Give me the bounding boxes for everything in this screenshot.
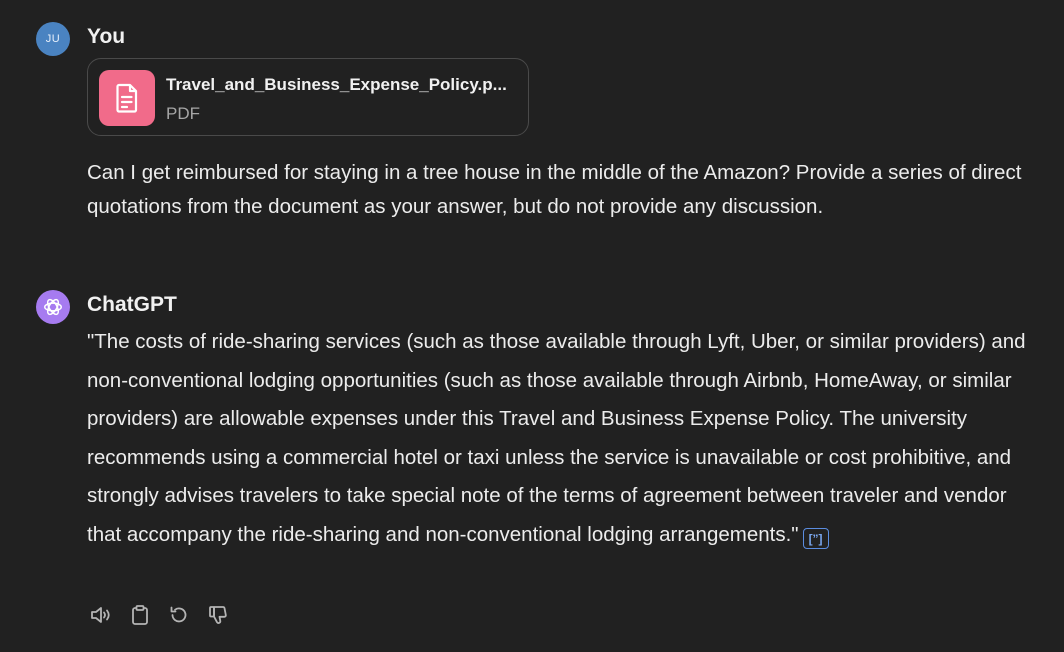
refresh-icon (168, 604, 190, 631)
user-avatar-initials: JU (45, 33, 61, 45)
user-avatar: JU (36, 22, 70, 56)
assistant-message-text: "The costs of ride-sharing services (suc… (87, 323, 1037, 555)
bad-response-button[interactable] (204, 604, 231, 631)
speaker-icon (89, 604, 113, 631)
read-aloud-button[interactable] (87, 604, 114, 631)
user-author-name: You (87, 25, 126, 48)
attachment-card[interactable]: Travel_and_Business_Expense_Policy.p... … (87, 58, 529, 136)
openai-logo-icon (36, 290, 70, 324)
clipboard-icon (129, 604, 151, 631)
document-icon (99, 70, 155, 126)
thumbs-down-icon (207, 604, 229, 631)
regenerate-button[interactable] (165, 604, 192, 631)
user-message-text: Can I get reimbursed for staying in a tr… (87, 161, 1022, 218)
citation-badge[interactable]: [”] (802, 528, 829, 550)
attachment-file-name: Travel_and_Business_Expense_Policy.p... (166, 75, 507, 94)
assistant-message-body: "The costs of ride-sharing services (suc… (87, 330, 1026, 546)
copy-button[interactable] (126, 604, 153, 631)
message-actions (87, 604, 231, 631)
assistant-author-name: ChatGPT (87, 293, 177, 316)
attachment-file-type: PDF (166, 104, 200, 123)
